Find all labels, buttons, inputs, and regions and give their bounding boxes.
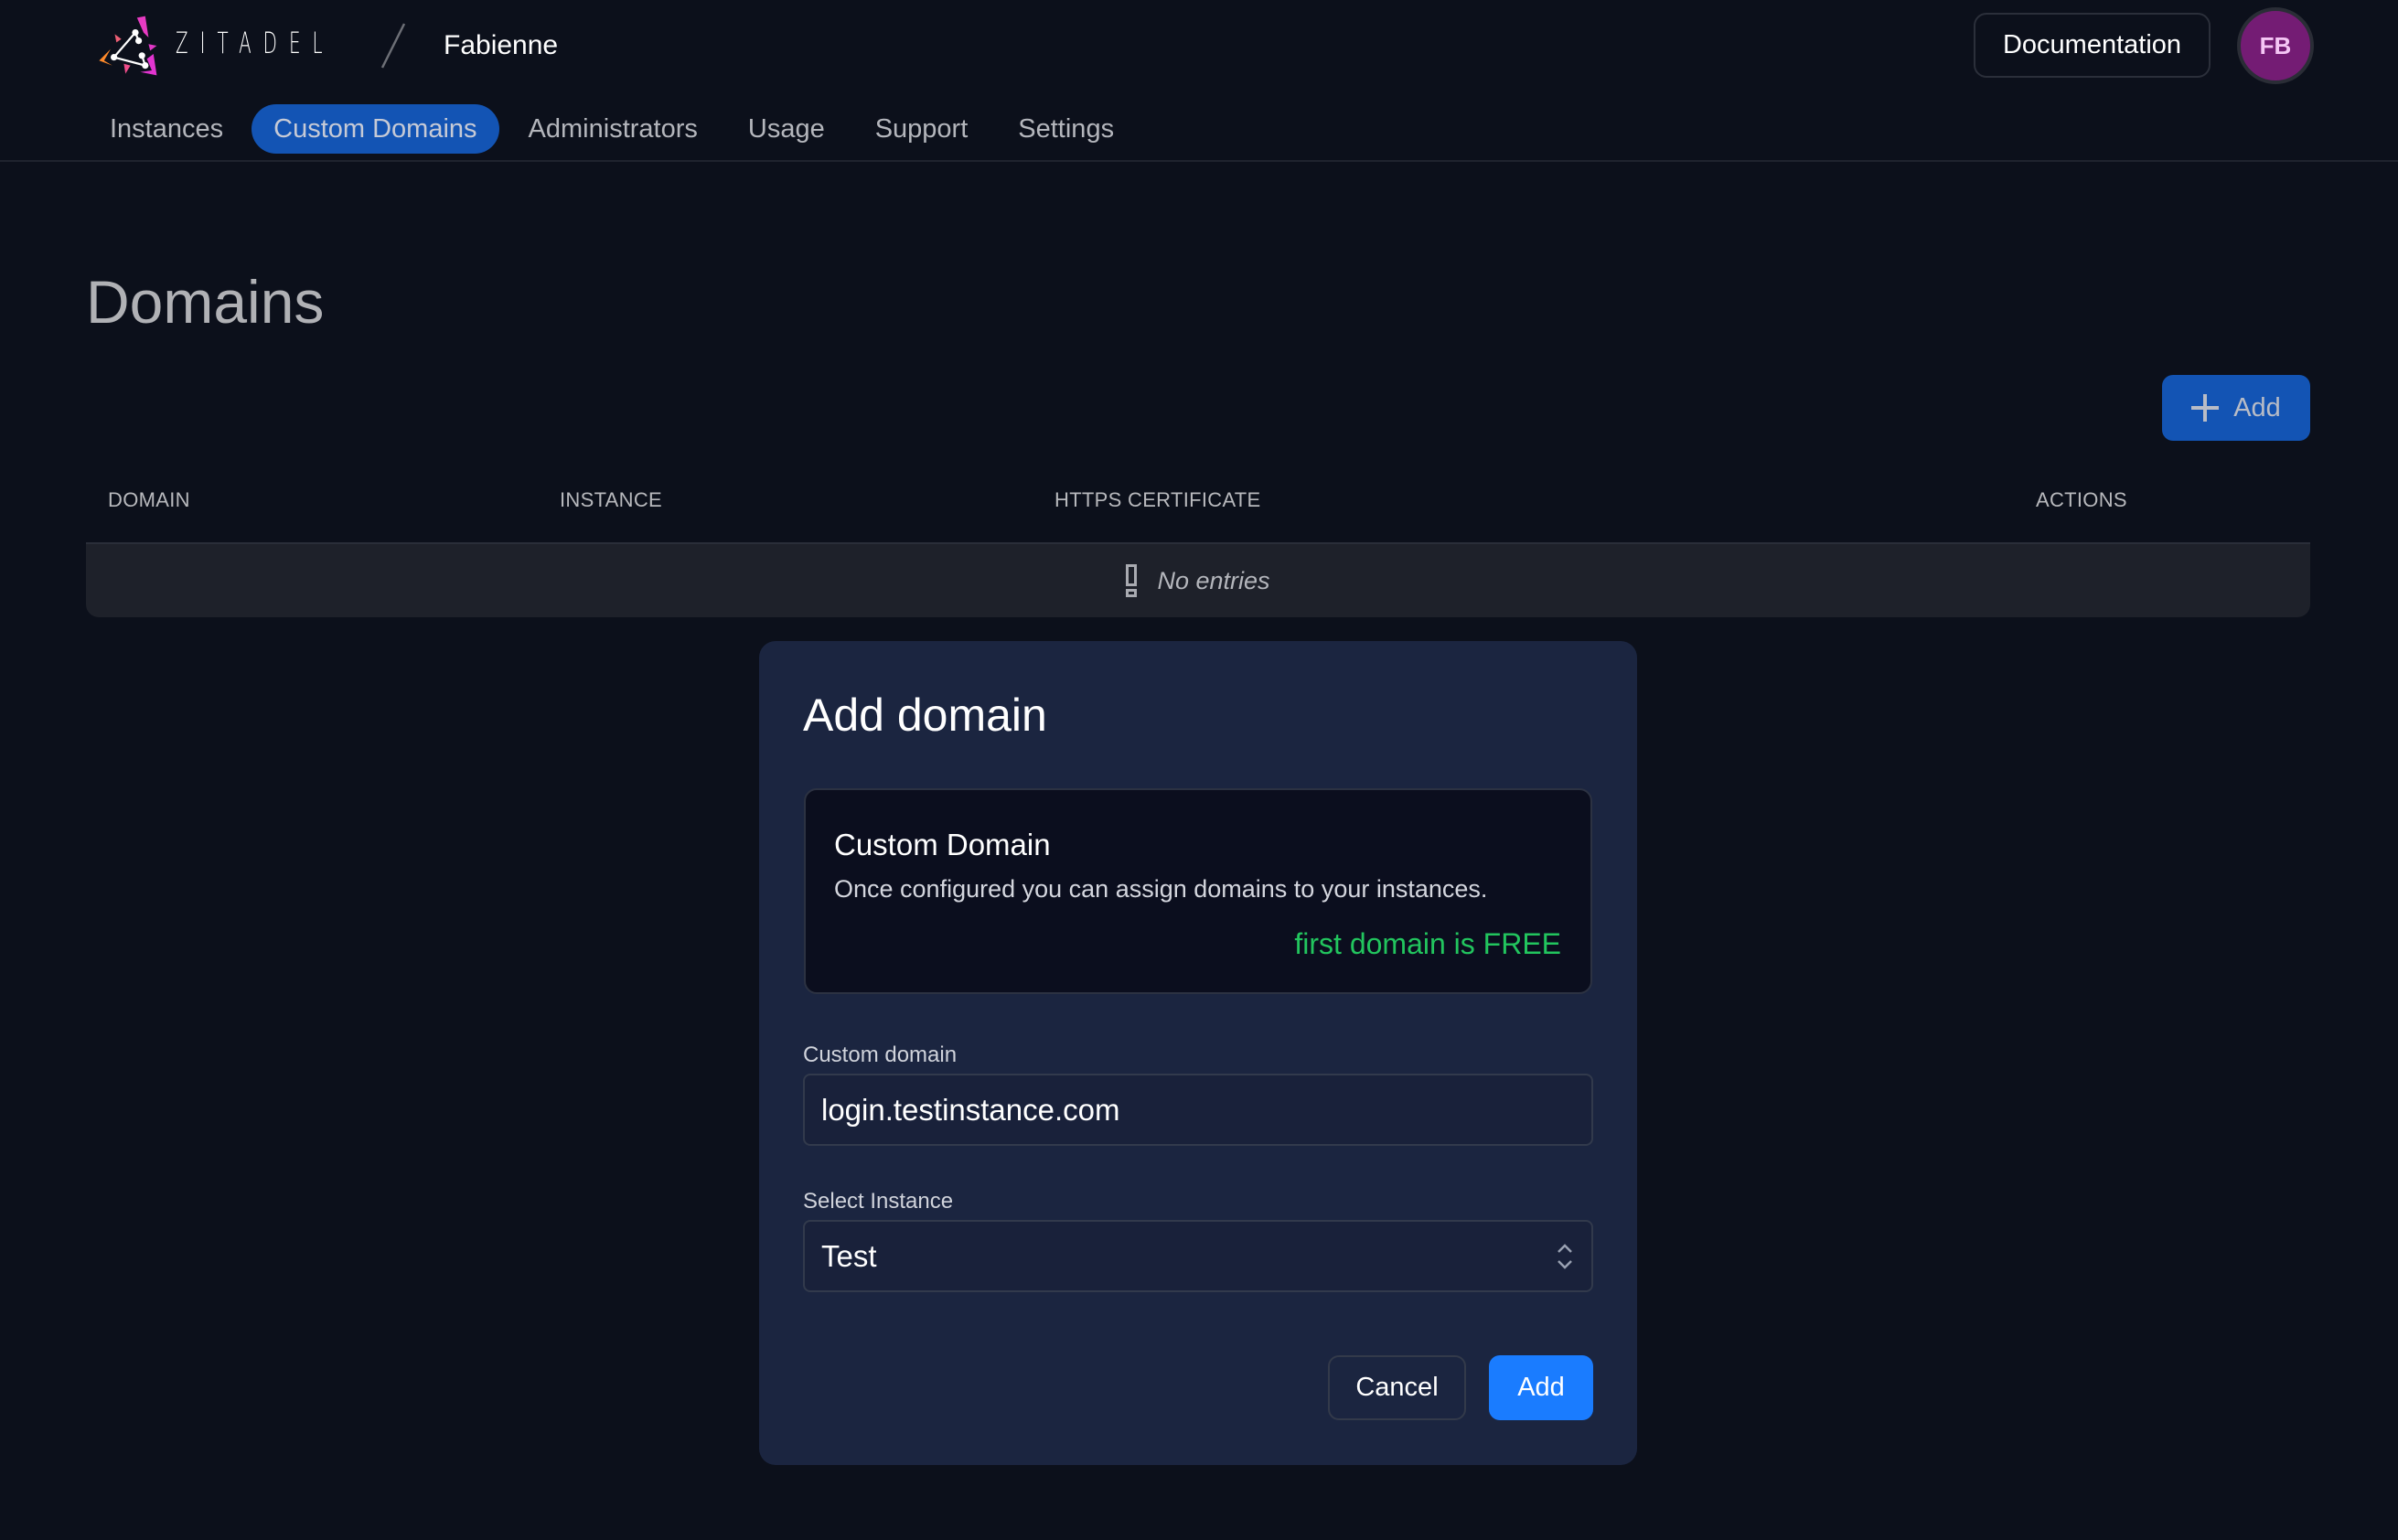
add-domain-button-label: Add <box>2233 392 2281 422</box>
add-domain-button[interactable]: Add <box>2162 375 2310 441</box>
confirm-add-button[interactable]: Add <box>1489 1355 1593 1420</box>
nav-item-usage[interactable]: Usage <box>733 104 840 154</box>
nav-item-custom-domains[interactable]: Custom Domains <box>252 104 499 154</box>
nav-item-administrators[interactable]: Administrators <box>514 104 712 154</box>
dialog-title: Add domain <box>803 690 1047 741</box>
zitadel-logo-icon[interactable] <box>93 13 161 79</box>
table-empty-row: No entries <box>86 542 2310 617</box>
nav-item-instances[interactable]: Instances <box>95 104 238 154</box>
cancel-button[interactable]: Cancel <box>1328 1355 1466 1420</box>
empty-state-text: No entries <box>1157 566 1270 594</box>
documentation-button[interactable]: Documentation <box>1974 13 2211 78</box>
nav-divider <box>0 160 2398 162</box>
column-header-domain[interactable]: DOMAIN <box>108 488 190 512</box>
instance-select[interactable]: Test <box>803 1220 1593 1292</box>
custom-domain-input[interactable] <box>803 1074 1593 1146</box>
main-nav: Instances Custom Domains Administrators … <box>95 104 1150 154</box>
custom-domain-label: Custom domain <box>803 1043 958 1067</box>
plus-icon <box>2191 394 2220 422</box>
org-name[interactable]: Fabienne <box>444 27 558 64</box>
brand-wordmark: ZITADEL <box>176 26 335 60</box>
breadcrumb-separator-icon <box>380 23 406 69</box>
page-title: Domains <box>86 268 325 336</box>
nav-item-settings[interactable]: Settings <box>1003 104 1129 154</box>
column-header-https-certificate[interactable]: HTTPS CERTIFICATE <box>1054 488 1261 512</box>
exclamation-icon <box>1126 564 1138 597</box>
nav-item-support[interactable]: Support <box>861 104 983 154</box>
user-avatar[interactable]: FB <box>2237 7 2314 84</box>
select-instance-label: Select Instance <box>803 1189 954 1214</box>
free-domain-note: first domain is FREE <box>1294 927 1561 960</box>
column-header-instance[interactable]: INSTANCE <box>560 488 662 512</box>
instance-select-value: Test <box>821 1238 877 1273</box>
column-header-actions: ACTIONS <box>2036 488 2127 511</box>
info-card-title: Custom Domain <box>834 828 1051 861</box>
chevron-up-down-icon <box>1558 1243 1572 1269</box>
info-card-description: Once configured you can assign domains t… <box>834 875 1488 903</box>
